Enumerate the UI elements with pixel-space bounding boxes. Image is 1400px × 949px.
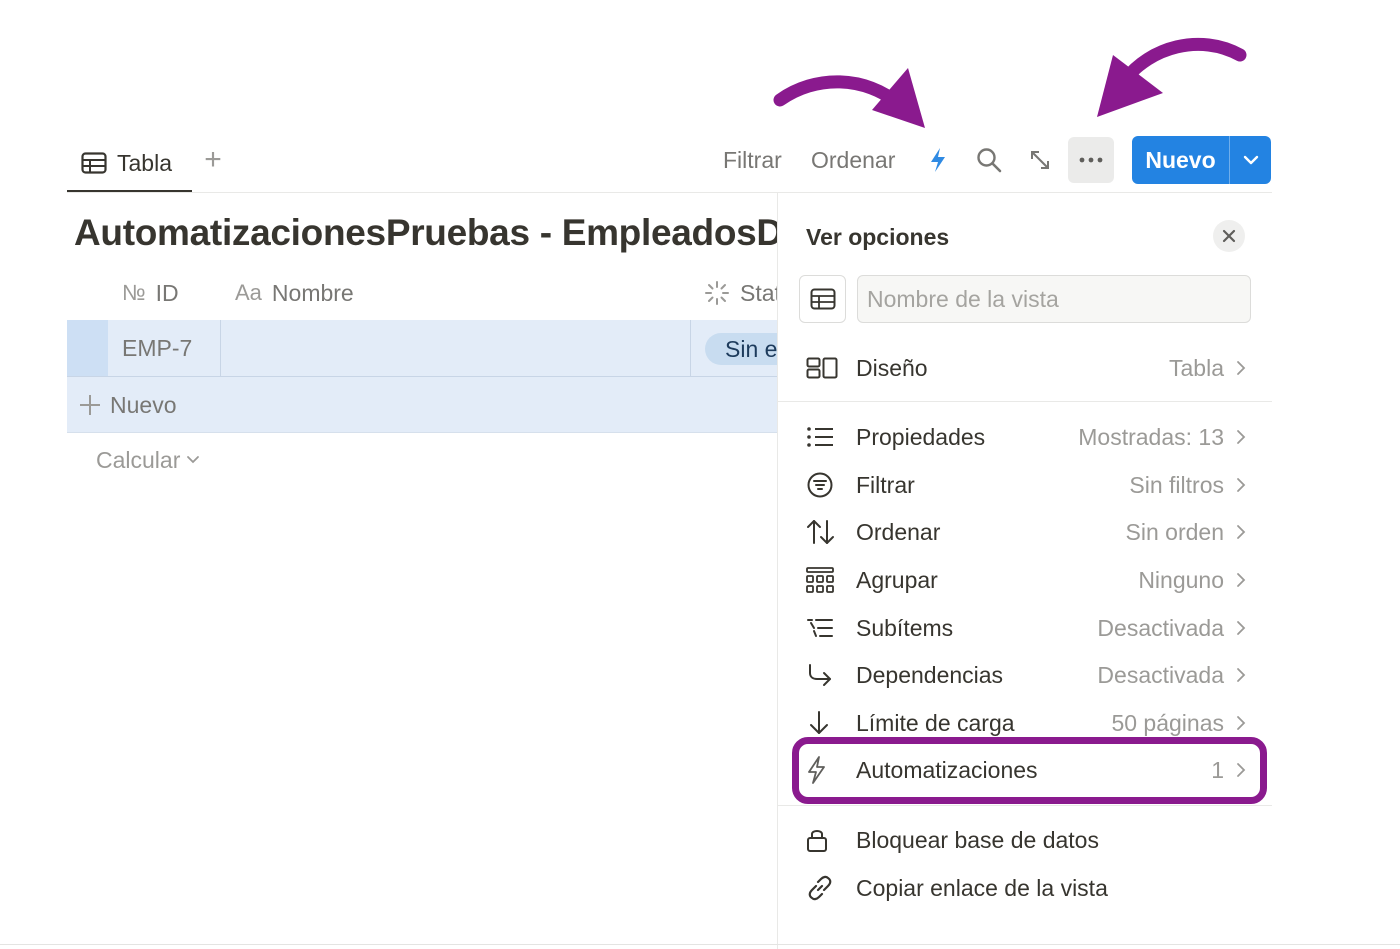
column-header-nombre[interactable]: Aa Nombre: [235, 273, 354, 313]
column-divider: [220, 320, 221, 376]
option-label: Límite de carga: [856, 709, 1015, 736]
view-name-input[interactable]: [857, 275, 1251, 323]
link-icon: [800, 866, 846, 910]
add-row-label: Nuevo: [110, 391, 177, 418]
option-value: Tabla: [1169, 354, 1224, 381]
column-label: Status: [740, 279, 777, 306]
lock-icon: [800, 818, 846, 862]
panel-divider: [778, 401, 1272, 402]
option-value: Ninguno: [1138, 566, 1224, 593]
expand-icon: [1029, 149, 1051, 171]
option-label: Subítems: [856, 614, 954, 641]
sort-option[interactable]: Ordenar Sin orden: [800, 510, 1250, 554]
filter-button[interactable]: Filtrar: [723, 142, 782, 178]
option-value: Sin orden: [1125, 518, 1224, 545]
panel-divider: [778, 805, 1272, 806]
dependencies-icon: [800, 653, 846, 697]
option-value: Desactivada: [1097, 661, 1224, 688]
row-divider: [67, 432, 777, 433]
more-icon: [1079, 157, 1103, 163]
lock-database-option[interactable]: Bloquear base de datos: [800, 818, 1250, 862]
option-label: Bloquear base de datos: [856, 826, 1099, 853]
option-label: Agrupar: [856, 566, 938, 593]
lightning-icon: [928, 147, 948, 173]
panel-title: Ver opciones: [806, 223, 950, 250]
calculate-label: Calcular: [96, 446, 181, 473]
filter-option[interactable]: Filtrar Sin filtros: [800, 463, 1250, 507]
list-icon: [800, 415, 846, 459]
chevron-down-icon: [186, 455, 200, 465]
tab-tabla[interactable]: Tabla: [67, 136, 192, 193]
subitems-option[interactable]: Subítems Desactivada: [800, 606, 1250, 650]
chevron-right-icon: [1236, 477, 1250, 493]
plus-icon: [78, 393, 102, 417]
chevron-right-icon: [1236, 715, 1250, 731]
chevron-down-icon: [1243, 155, 1259, 165]
option-value: Sin filtros: [1129, 471, 1224, 498]
calculate-button[interactable]: Calcular: [96, 442, 200, 478]
annotation-arrow-left: [773, 68, 925, 128]
chevron-right-icon: [1236, 667, 1250, 683]
group-option[interactable]: Agrupar Ninguno: [800, 558, 1250, 602]
number-prefix-icon: №: [122, 280, 146, 305]
tab-label: Tabla: [117, 149, 172, 176]
more-options-button[interactable]: [1068, 137, 1114, 183]
chevron-right-icon: [1236, 429, 1250, 445]
option-label: Propiedades: [856, 423, 986, 450]
option-label: Dependencias: [856, 661, 1004, 688]
subitems-icon: [800, 606, 846, 650]
filter-icon: [800, 463, 846, 507]
close-icon: [1222, 229, 1236, 243]
chevron-right-icon: [1236, 572, 1250, 588]
column-label: ID: [155, 279, 179, 306]
view-icon-picker[interactable]: [799, 275, 846, 323]
bottom-border: [0, 944, 1400, 945]
dependencies-option[interactable]: Dependencias Desactivada: [800, 653, 1250, 697]
table-icon: [81, 152, 107, 174]
option-label: Diseño: [856, 354, 928, 381]
text-prefix-icon: Aa: [235, 280, 262, 305]
sort-icon: [800, 510, 846, 554]
option-label: Copiar enlace de la vista: [856, 874, 1108, 901]
option-value: 50 páginas: [1111, 709, 1224, 736]
chevron-right-icon: [1236, 620, 1250, 636]
chevron-right-icon: [1236, 524, 1250, 540]
status-loading-icon: [704, 280, 730, 306]
new-options-button[interactable]: [1230, 136, 1271, 184]
expand-button[interactable]: [1017, 137, 1063, 183]
database-title[interactable]: AutomatizacionesPruebas - EmpleadosDatos: [74, 212, 777, 262]
column-header-status[interactable]: Status: [704, 273, 777, 313]
annotation-arrow-right: [1097, 37, 1247, 117]
option-value: Desactivada: [1097, 614, 1224, 641]
new-button[interactable]: Nuevo: [1132, 136, 1271, 184]
column-label: Nombre: [271, 279, 354, 306]
group-icon: [800, 558, 846, 602]
layout-icon: [800, 346, 846, 390]
add-row-button[interactable]: Nuevo: [78, 387, 176, 423]
row-select-handle[interactable]: [67, 320, 108, 376]
search-icon: [976, 147, 1002, 173]
option-value: Mostradas: 13: [1078, 423, 1224, 450]
table-icon: [810, 288, 836, 310]
properties-option[interactable]: Propiedades Mostradas: 13: [800, 415, 1250, 459]
new-button-label[interactable]: Nuevo: [1132, 136, 1230, 184]
layout-option[interactable]: Diseño Tabla: [800, 346, 1250, 390]
search-button[interactable]: [966, 137, 1012, 183]
add-view-button[interactable]: +: [198, 142, 228, 178]
column-header-id[interactable]: № ID: [122, 273, 179, 313]
status-badge: Sin empezar: [705, 333, 777, 365]
automations-highlight-annotation: [792, 737, 1267, 804]
chevron-right-icon: [1236, 360, 1250, 376]
cell-status[interactable]: Sin empezar: [690, 320, 777, 376]
cell-id[interactable]: EMP-7: [122, 330, 192, 366]
status-label: Sin empezar: [725, 335, 777, 362]
option-label: Filtrar: [856, 471, 915, 498]
option-label: Ordenar: [856, 518, 941, 545]
close-panel-button[interactable]: [1213, 220, 1245, 252]
copy-view-link-option[interactable]: Copiar enlace de la vista: [800, 866, 1250, 910]
automations-button[interactable]: [915, 137, 961, 183]
row-divider: [67, 376, 777, 377]
sort-button[interactable]: Ordenar: [811, 142, 895, 178]
